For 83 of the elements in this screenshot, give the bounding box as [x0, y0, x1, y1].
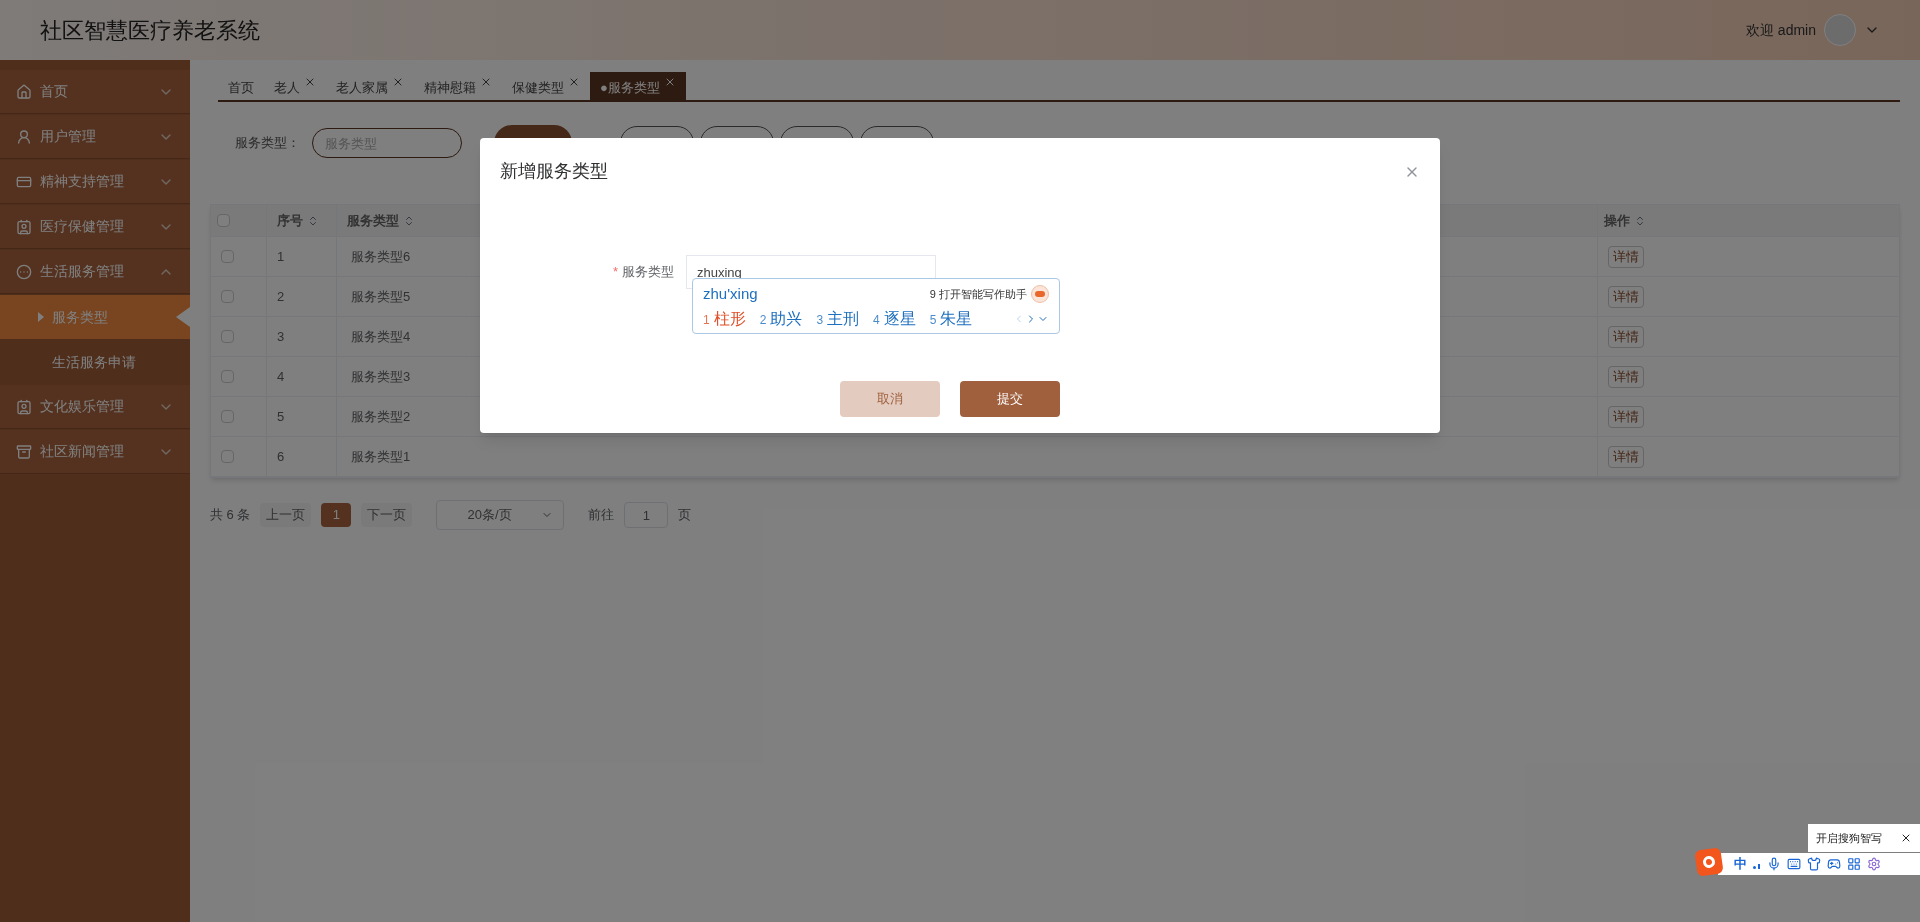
detail-button[interactable]: 详情: [1608, 285, 1644, 308]
page-button[interactable]: 1: [321, 503, 352, 527]
checkbox[interactable]: [221, 410, 234, 423]
gamepad-icon[interactable]: [1827, 857, 1841, 871]
pointer-icon: [176, 307, 190, 327]
cancel-button[interactable]: 取消: [840, 381, 940, 417]
table-cell-text: 3: [277, 327, 285, 346]
microphone-icon[interactable]: [1767, 857, 1781, 871]
table-cell-text: 4: [277, 367, 285, 386]
ime-candidate[interactable]: 2 助兴: [759, 307, 803, 331]
detail-button[interactable]: 详情: [1608, 365, 1644, 388]
submenu-item[interactable]: 生活服务申请: [0, 340, 190, 384]
checkbox[interactable]: [217, 214, 230, 227]
tab[interactable]: ●服务类型: [590, 72, 686, 100]
sort-icon[interactable]: [307, 214, 319, 227]
page-suffix: 页: [678, 506, 692, 525]
caret-icon: [38, 312, 44, 322]
welcome-text: 欢迎 admin: [1745, 21, 1816, 40]
submit-button[interactable]: 提交: [960, 381, 1060, 417]
detail-button[interactable]: 详情: [1608, 325, 1644, 348]
table-cell-text: 服务类型2: [350, 407, 411, 426]
checkbox[interactable]: [221, 370, 234, 383]
close-icon[interactable]: [1900, 832, 1912, 844]
detail-button[interactable]: 详情: [1608, 405, 1644, 428]
table-cell-text: 服务类型1: [350, 447, 411, 466]
search-label: 服务类型：: [235, 134, 300, 153]
settings-icon[interactable]: [1867, 857, 1881, 871]
field-label: 服务类型: [622, 263, 674, 282]
column-header[interactable]: 序号: [277, 210, 303, 231]
column-header[interactable]: 操作: [1604, 210, 1630, 231]
tab[interactable]: 保健类型: [502, 72, 590, 100]
goto-label: 前往: [588, 506, 615, 525]
dialog-title: 新增服务类型: [500, 160, 608, 183]
id-card-icon: [16, 218, 32, 235]
ime-candidate[interactable]: 3 主刑: [816, 307, 860, 331]
checkbox[interactable]: [221, 290, 234, 303]
mascot-icon[interactable]: [1031, 285, 1049, 303]
table-cell-text: 服务类型4: [350, 327, 411, 346]
table-cell-text: 5: [277, 407, 285, 426]
tab[interactable]: 老人: [264, 72, 326, 100]
sidebar-item[interactable]: 文化娱乐管理: [0, 385, 190, 429]
tab[interactable]: 首页: [218, 72, 264, 100]
house-icon: [16, 83, 32, 100]
submenu-item[interactable]: 服务类型: [0, 295, 190, 339]
table-cell-text: 服务类型5: [350, 287, 411, 306]
sidebar-item[interactable]: 首页: [0, 70, 190, 114]
input-mode[interactable]: 中: [1734, 854, 1747, 874]
total-count: 共 6 条: [210, 506, 251, 525]
drawer-icon: [16, 443, 32, 460]
detail-button[interactable]: 详情: [1608, 245, 1644, 268]
ime-candidate[interactable]: 1 柱形: [703, 307, 746, 331]
sidebar-item[interactable]: 精神支持管理: [0, 160, 190, 204]
table-cell-text: 2: [277, 287, 285, 306]
ellipsis-icon: [16, 263, 32, 280]
table-cell-text: 1: [277, 247, 285, 266]
user-icon: [16, 128, 32, 145]
sidebar-item[interactable]: 生活服务管理: [0, 250, 190, 294]
tab[interactable]: 精神慰籍: [414, 72, 502, 100]
shirt-icon[interactable]: [1807, 857, 1821, 871]
ime-candidate[interactable]: 4 逐星: [873, 307, 916, 331]
tab[interactable]: 老人家属: [326, 72, 414, 100]
tip-text: 开启搜狗智写: [1816, 830, 1882, 846]
id-card-icon: [16, 398, 32, 415]
detail-button[interactable]: 详情: [1608, 445, 1644, 468]
sidebar-item[interactable]: 用户管理: [0, 115, 190, 159]
page-input[interactable]: 1: [624, 502, 669, 528]
sidebar-item[interactable]: 医疗保健管理: [0, 205, 190, 249]
checkbox[interactable]: [221, 250, 234, 263]
sort-icon[interactable]: [1634, 214, 1646, 227]
keyboard-icon[interactable]: [1787, 857, 1801, 871]
app-title: 社区智慧医疗养老系统: [40, 16, 260, 45]
sidebar-item[interactable]: 社区新闻管理: [0, 430, 190, 474]
table-cell-text: 服务类型3: [350, 367, 411, 386]
ime-candidate[interactable]: 5 朱星: [929, 307, 973, 331]
checkbox[interactable]: [221, 330, 234, 343]
column-header[interactable]: 服务类型: [347, 210, 399, 231]
table-cell-text: 服务类型6: [350, 247, 411, 266]
sort-icon[interactable]: [403, 214, 415, 227]
required-mark: *: [611, 263, 618, 282]
page-size-select[interactable]: 20条/页: [436, 500, 565, 530]
grid-icon[interactable]: [1847, 857, 1861, 871]
checkbox[interactable]: [221, 450, 234, 463]
table-cell-text: 6: [277, 447, 285, 466]
